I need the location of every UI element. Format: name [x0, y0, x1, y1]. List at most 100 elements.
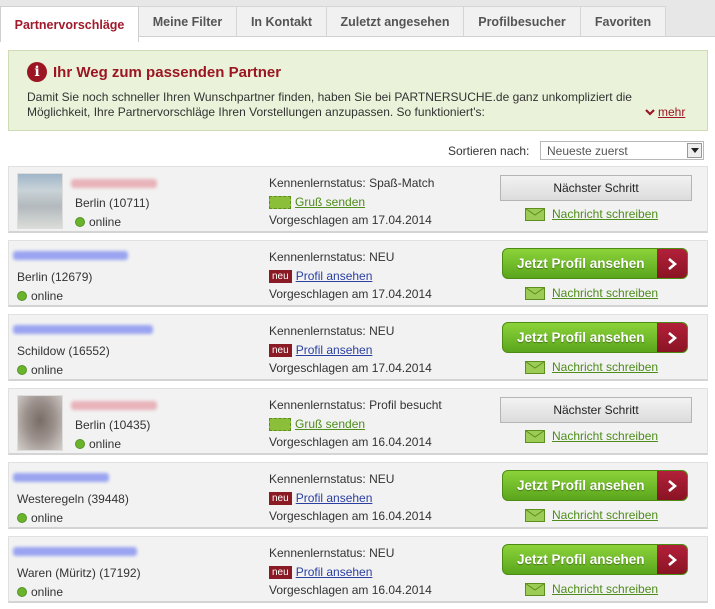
envelope-icon	[525, 207, 545, 221]
view-profile-button-label: Jetzt Profil ansehen	[517, 478, 645, 493]
send-greeting[interactable]: Gruß senden	[269, 417, 365, 431]
online-dot-icon	[75, 439, 85, 449]
result-card: Westeregeln (39448) online Kennenlernstatu…	[8, 462, 708, 529]
acquaintance-status: Kennenlernstatus: NEU	[269, 472, 395, 486]
online-label: online	[31, 585, 64, 599]
view-profile-link[interactable]: Profil ansehen	[296, 491, 373, 505]
greeting-stamp-icon	[269, 195, 291, 209]
info-text: Damit Sie noch schneller Ihren Wunschpar…	[27, 90, 632, 119]
username-blurred[interactable]	[13, 547, 137, 556]
write-message[interactable]: Nachricht schreiben	[525, 286, 658, 300]
suggested-date: Vorgeschlagen am 17.04.2014	[269, 213, 432, 227]
city-label: Berlin (10435)	[75, 418, 151, 432]
tab-in-kontakt[interactable]: In Kontakt	[236, 6, 327, 36]
send-greeting-link[interactable]: Gruß senden	[295, 417, 365, 431]
sort-selected-value: Neueste zuerst	[547, 144, 628, 158]
username-blurred[interactable]	[71, 179, 157, 188]
online-dot-icon	[17, 513, 27, 523]
info-icon: i	[27, 62, 47, 82]
acquaintance-status: Kennenlernstatus: NEU	[269, 546, 395, 560]
view-profile[interactable]: neu Profil ansehen	[269, 491, 372, 505]
online-status: online	[17, 511, 63, 525]
view-profile-link[interactable]: Profil ansehen	[296, 565, 373, 579]
result-card: Berlin (10435) online Kennenlernstatus: Pr…	[8, 388, 708, 455]
suggested-date: Vorgeschlagen am 16.04.2014	[269, 509, 432, 523]
more-link[interactable]: mehr	[645, 105, 685, 119]
online-status: online	[75, 437, 121, 451]
tab-profilbesucher[interactable]: Profilbesucher	[463, 6, 581, 36]
result-card: Waren (Müritz) (17192) online Kennenlernst…	[8, 536, 708, 603]
sort-select[interactable]: Neueste zuerst	[540, 141, 704, 160]
sort-label: Sortieren nach:	[448, 144, 530, 158]
username-blurred[interactable]	[71, 401, 157, 410]
acquaintance-status: Kennenlernstatus: Profil besucht	[269, 398, 442, 412]
online-dot-icon	[17, 587, 27, 597]
new-badge: neu	[269, 491, 292, 505]
chevron-right-icon	[657, 471, 687, 500]
city-label: Schildow (16552)	[17, 344, 110, 358]
tab-zuletzt-angesehen[interactable]: Zuletzt angesehen	[326, 6, 464, 36]
profile-photo[interactable]	[17, 395, 63, 451]
write-message-link[interactable]: Nachricht schreiben	[552, 429, 658, 443]
info-box: i Ihr Weg zum passenden Partner Damit Si…	[8, 50, 708, 131]
tab-favoriten[interactable]: Favoriten	[580, 6, 666, 36]
online-label: online	[31, 289, 64, 303]
city-label: Berlin (10711)	[75, 196, 150, 210]
suggested-date: Vorgeschlagen am 17.04.2014	[269, 361, 432, 375]
write-message-link[interactable]: Nachricht schreiben	[552, 582, 658, 596]
username-blurred[interactable]	[13, 251, 128, 260]
result-card: Schildow (16552) online Kennenlernstatus: …	[8, 314, 708, 381]
next-step-button[interactable]: Nächster Schritt	[500, 175, 692, 201]
view-profile[interactable]: neu Profil ansehen	[269, 269, 372, 283]
city-label: Westeregeln (39448)	[17, 492, 129, 506]
result-card: Berlin (10711) online Kennenlernstatus: Sp…	[8, 166, 708, 233]
write-message-link[interactable]: Nachricht schreiben	[552, 360, 658, 374]
write-message-link[interactable]: Nachricht schreiben	[552, 286, 658, 300]
write-message-link[interactable]: Nachricht schreiben	[552, 207, 658, 221]
acquaintance-status: Kennenlernstatus: NEU	[269, 324, 395, 338]
view-profile-button-label: Jetzt Profil ansehen	[517, 552, 645, 567]
info-title: Ihr Weg zum passenden Partner	[53, 64, 282, 81]
envelope-icon	[525, 429, 545, 443]
send-greeting-link[interactable]: Gruß senden	[295, 195, 365, 209]
username-blurred[interactable]	[13, 325, 153, 334]
acquaintance-status: Kennenlernstatus: NEU	[269, 250, 395, 264]
suggested-date: Vorgeschlagen am 17.04.2014	[269, 287, 432, 301]
online-label: online	[89, 437, 122, 451]
envelope-icon	[525, 360, 545, 374]
next-step-button[interactable]: Nächster Schritt	[500, 397, 692, 423]
envelope-icon	[525, 508, 545, 522]
view-profile-button[interactable]: Jetzt Profil ansehen	[502, 248, 688, 279]
view-profile-button-label: Jetzt Profil ansehen	[517, 330, 645, 345]
online-label: online	[89, 215, 122, 229]
view-profile[interactable]: neu Profil ansehen	[269, 565, 372, 579]
send-greeting[interactable]: Gruß senden	[269, 195, 365, 209]
write-message[interactable]: Nachricht schreiben	[525, 429, 658, 443]
profile-photo[interactable]	[17, 173, 63, 229]
suggested-date: Vorgeschlagen am 16.04.2014	[269, 583, 432, 597]
new-badge: neu	[269, 565, 292, 579]
greeting-stamp-icon	[269, 417, 291, 431]
view-profile-link[interactable]: Profil ansehen	[296, 269, 373, 283]
view-profile-link[interactable]: Profil ansehen	[296, 343, 373, 357]
chevron-right-icon	[657, 323, 687, 352]
write-message[interactable]: Nachricht schreiben	[525, 508, 658, 522]
write-message[interactable]: Nachricht schreiben	[525, 207, 658, 221]
write-message[interactable]: Nachricht schreiben	[525, 360, 658, 374]
new-badge: neu	[269, 343, 292, 357]
dropdown-arrow-icon[interactable]	[687, 143, 702, 158]
online-dot-icon	[17, 291, 27, 301]
view-profile-button[interactable]: Jetzt Profil ansehen	[502, 544, 688, 575]
view-profile-button[interactable]: Jetzt Profil ansehen	[502, 470, 688, 501]
chevron-right-icon	[657, 545, 687, 574]
tab-partnervorschlaege[interactable]: Partnervorschläge	[0, 6, 139, 42]
view-profile-button[interactable]: Jetzt Profil ansehen	[502, 322, 688, 353]
username-blurred[interactable]	[13, 473, 109, 482]
write-message-link[interactable]: Nachricht schreiben	[552, 508, 658, 522]
online-dot-icon	[75, 217, 85, 227]
more-link-label: mehr	[658, 105, 686, 119]
online-label: online	[31, 363, 64, 377]
write-message[interactable]: Nachricht schreiben	[525, 582, 658, 596]
view-profile[interactable]: neu Profil ansehen	[269, 343, 372, 357]
tab-meine-filter[interactable]: Meine Filter	[138, 6, 237, 36]
